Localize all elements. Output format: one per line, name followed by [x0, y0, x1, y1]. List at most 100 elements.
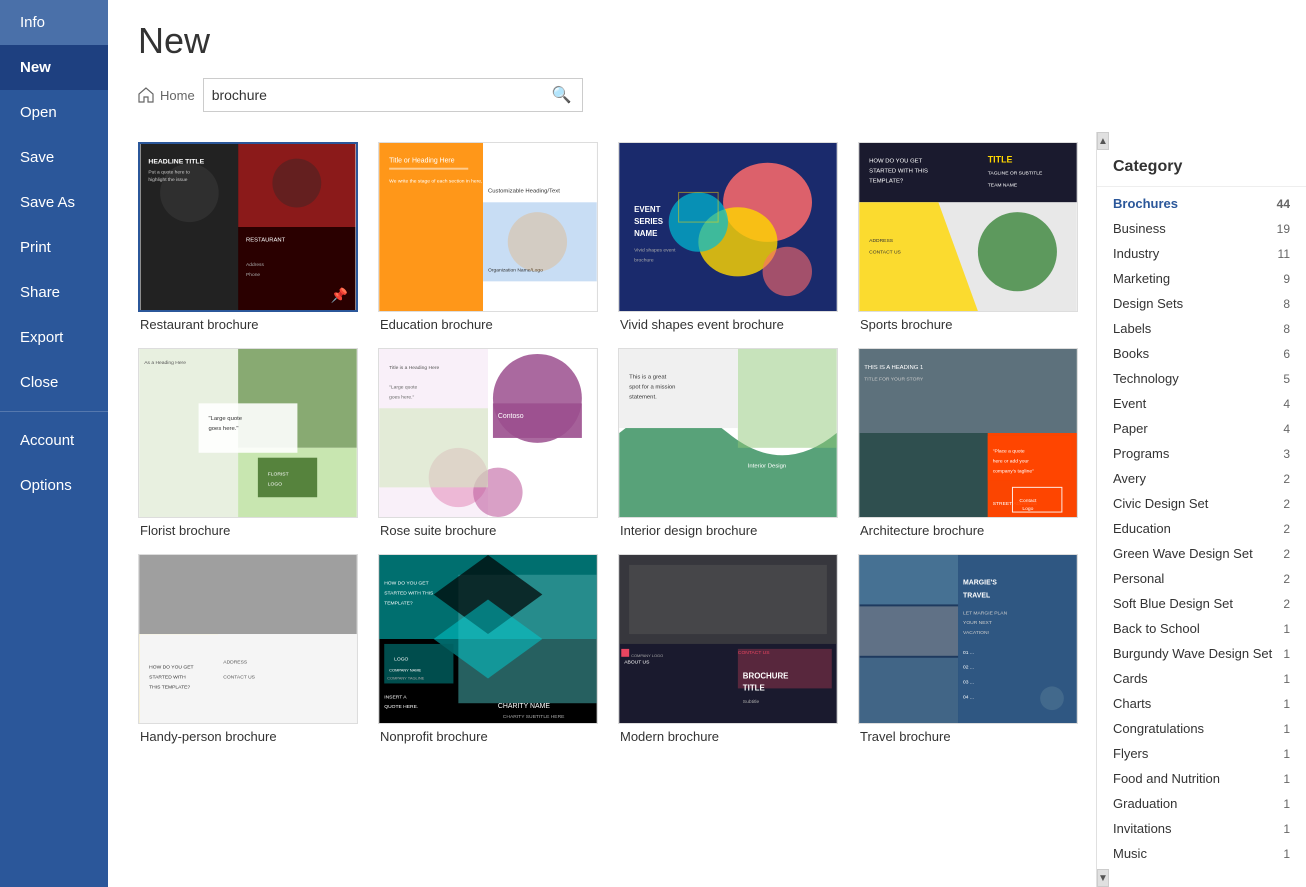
nonprofit-thumbnail: HOW DO YOU GET STARTED WITH THIS TEMPLAT…: [379, 555, 597, 723]
sidebar-item-info[interactable]: Info: [0, 0, 108, 45]
template-item-education[interactable]: Title or Heading Here We write the stage…: [378, 142, 598, 332]
main-content: New Home 🔍: [108, 0, 1306, 887]
category-count: 4: [1283, 422, 1290, 436]
template-item-restaurant[interactable]: HEADLINE TITLE Put a quote here to highl…: [138, 142, 358, 332]
category-item-education[interactable]: Education2: [1097, 516, 1306, 541]
sidebar-item-close[interactable]: Close: [0, 360, 108, 405]
svg-text:Put a quote here to: Put a quote here to: [148, 169, 190, 175]
template-thumb-nonprofit[interactable]: HOW DO YOU GET STARTED WITH THIS TEMPLAT…: [378, 554, 598, 724]
category-item-event[interactable]: Event4: [1097, 391, 1306, 416]
category-item-flyers[interactable]: Flyers1: [1097, 741, 1306, 766]
template-item-handy[interactable]: HOW DO YOU GET STARTED WITH THIS TEMPLAT…: [138, 554, 358, 744]
category-item-personal[interactable]: Personal2: [1097, 566, 1306, 591]
template-thumb-travel[interactable]: MARGIE'S TRAVEL LET MARGIE PLAN YOUR NEX…: [858, 554, 1078, 724]
category-item-business[interactable]: Business19: [1097, 216, 1306, 241]
category-count: 1: [1283, 797, 1290, 811]
category-item-music[interactable]: Music1: [1097, 841, 1306, 866]
category-item-congratulations[interactable]: Congratulations1: [1097, 716, 1306, 741]
template-thumb-restaurant[interactable]: HEADLINE TITLE Put a quote here to highl…: [138, 142, 358, 312]
category-item-labels[interactable]: Labels8: [1097, 316, 1306, 341]
category-item-civic-design-set[interactable]: Civic Design Set2: [1097, 491, 1306, 516]
sidebar-divider: [0, 411, 108, 412]
template-thumb-sports[interactable]: HOW DO YOU GET STARTED WITH THIS TEMPLAT…: [858, 142, 1078, 312]
search-input[interactable]: [204, 81, 542, 109]
template-thumb-interior[interactable]: This is a great spot for a mission state…: [618, 348, 838, 518]
template-thumb-architecture[interactable]: "Place a quote here or add your company'…: [858, 348, 1078, 518]
category-item-industry[interactable]: Industry11: [1097, 241, 1306, 266]
template-thumb-florist[interactable]: "Large quote goes here." FLORIST LOGO As…: [138, 348, 358, 518]
category-label: Event: [1113, 396, 1146, 411]
category-item-charts[interactable]: Charts1: [1097, 691, 1306, 716]
category-item-graduation[interactable]: Graduation1: [1097, 791, 1306, 816]
category-item-paper[interactable]: Paper4: [1097, 416, 1306, 441]
sidebar-item-account[interactable]: Account: [0, 418, 108, 463]
sidebar-item-print[interactable]: Print: [0, 225, 108, 270]
sidebar-item-export[interactable]: Export: [0, 315, 108, 360]
template-item-nonprofit[interactable]: HOW DO YOU GET STARTED WITH THIS TEMPLAT…: [378, 554, 598, 744]
category-item-invitations[interactable]: Invitations1: [1097, 816, 1306, 841]
category-label: Education: [1113, 521, 1171, 536]
category-item-programs[interactable]: Programs3: [1097, 441, 1306, 466]
search-button[interactable]: 🔍: [542, 79, 582, 111]
vivid-thumbnail: EVENT SERIES NAME Vivid shapes event bro…: [619, 143, 837, 311]
template-item-florist[interactable]: "Large quote goes here." FLORIST LOGO As…: [138, 348, 358, 538]
category-count: 44: [1277, 197, 1290, 211]
svg-text:SERIES: SERIES: [634, 217, 663, 226]
scroll-down-arrow[interactable]: ▼: [1097, 869, 1109, 887]
sidebar-item-open[interactable]: Open: [0, 90, 108, 135]
template-item-travel[interactable]: MARGIE'S TRAVEL LET MARGIE PLAN YOUR NEX…: [858, 554, 1078, 744]
template-thumb-education[interactable]: Title or Heading Here We write the stage…: [378, 142, 598, 312]
category-label: Avery: [1113, 471, 1146, 486]
template-item-modern[interactable]: ABOUT US CONTACT US BROCHURE TITLE Subti…: [618, 554, 838, 744]
template-label-architecture: Architecture brochure: [858, 523, 1078, 538]
svg-text:HOW DO YOU GET: HOW DO YOU GET: [149, 665, 193, 671]
template-thumb-modern[interactable]: ABOUT US CONTACT US BROCHURE TITLE Subti…: [618, 554, 838, 724]
sidebar-item-options[interactable]: Options: [0, 463, 108, 508]
sidebar-item-save-as[interactable]: Save As: [0, 180, 108, 225]
template-item-sports[interactable]: HOW DO YOU GET STARTED WITH THIS TEMPLAT…: [858, 142, 1078, 332]
template-item-architecture[interactable]: "Place a quote here or add your company'…: [858, 348, 1078, 538]
svg-text:RESTAURANT: RESTAURANT: [246, 238, 286, 244]
template-thumb-vivid[interactable]: EVENT SERIES NAME Vivid shapes event bro…: [618, 142, 838, 312]
category-count: 2: [1283, 472, 1290, 486]
sidebar-item-new[interactable]: New: [0, 45, 108, 90]
category-label: Technology: [1113, 371, 1179, 386]
restaurant-thumbnail: HEADLINE TITLE Put a quote here to highl…: [140, 144, 356, 310]
template-label-restaurant: Restaurant brochure: [138, 317, 358, 332]
category-item-technology[interactable]: Technology5: [1097, 366, 1306, 391]
template-item-rose[interactable]: Contoso Title is a Heading Here "Large q…: [378, 348, 598, 538]
category-item-design-sets[interactable]: Design Sets8: [1097, 291, 1306, 316]
category-item-brochures[interactable]: Brochures44: [1097, 191, 1306, 216]
template-item-vivid[interactable]: EVENT SERIES NAME Vivid shapes event bro…: [618, 142, 838, 332]
category-count: 1: [1283, 747, 1290, 761]
svg-text:02 ...: 02 ...: [963, 665, 974, 671]
sidebar-item-save[interactable]: Save: [0, 135, 108, 180]
category-item-red-and-black-design-set[interactable]: Red and Black Design Set1: [1097, 866, 1306, 869]
category-header: Category: [1097, 150, 1306, 187]
category-item-marketing[interactable]: Marketing9: [1097, 266, 1306, 291]
architecture-thumbnail: "Place a quote here or add your company'…: [859, 349, 1077, 517]
svg-text:HEADLINE TITLE: HEADLINE TITLE: [148, 159, 204, 166]
travel-thumbnail: MARGIE'S TRAVEL LET MARGIE PLAN YOUR NEX…: [859, 555, 1077, 723]
svg-text:TEAM NAME: TEAM NAME: [988, 182, 1018, 188]
category-item-avery[interactable]: Avery 2: [1097, 466, 1306, 491]
scroll-up-arrow[interactable]: ▲: [1097, 132, 1109, 150]
category-item-green-wave-design-set[interactable]: Green Wave Design Set2: [1097, 541, 1306, 566]
category-item-cards[interactable]: Cards1: [1097, 666, 1306, 691]
template-thumb-rose[interactable]: Contoso Title is a Heading Here "Large q…: [378, 348, 598, 518]
category-item-back-to-school[interactable]: Back to School1: [1097, 616, 1306, 641]
home-button[interactable]: Home: [138, 87, 195, 103]
sidebar-item-share[interactable]: Share: [0, 270, 108, 315]
svg-text:STARTED WITH THIS: STARTED WITH THIS: [869, 169, 928, 175]
template-item-interior[interactable]: This is a great spot for a mission state…: [618, 348, 838, 538]
category-item-burgundy-wave-design-set[interactable]: Burgundy Wave Design Set1: [1097, 641, 1306, 666]
svg-text:"Large quote: "Large quote: [208, 416, 242, 422]
template-thumb-handy[interactable]: HOW DO YOU GET STARTED WITH THIS TEMPLAT…: [138, 554, 358, 724]
category-item-books[interactable]: Books6: [1097, 341, 1306, 366]
svg-text:brochure: brochure: [634, 258, 654, 264]
category-count: 3: [1283, 447, 1290, 461]
category-item-soft-blue-design-set[interactable]: Soft Blue Design Set2: [1097, 591, 1306, 616]
category-label: Civic Design Set: [1113, 496, 1208, 511]
category-item-food-and-nutrition[interactable]: Food and Nutrition1: [1097, 766, 1306, 791]
svg-text:03 ...: 03 ...: [963, 679, 974, 685]
